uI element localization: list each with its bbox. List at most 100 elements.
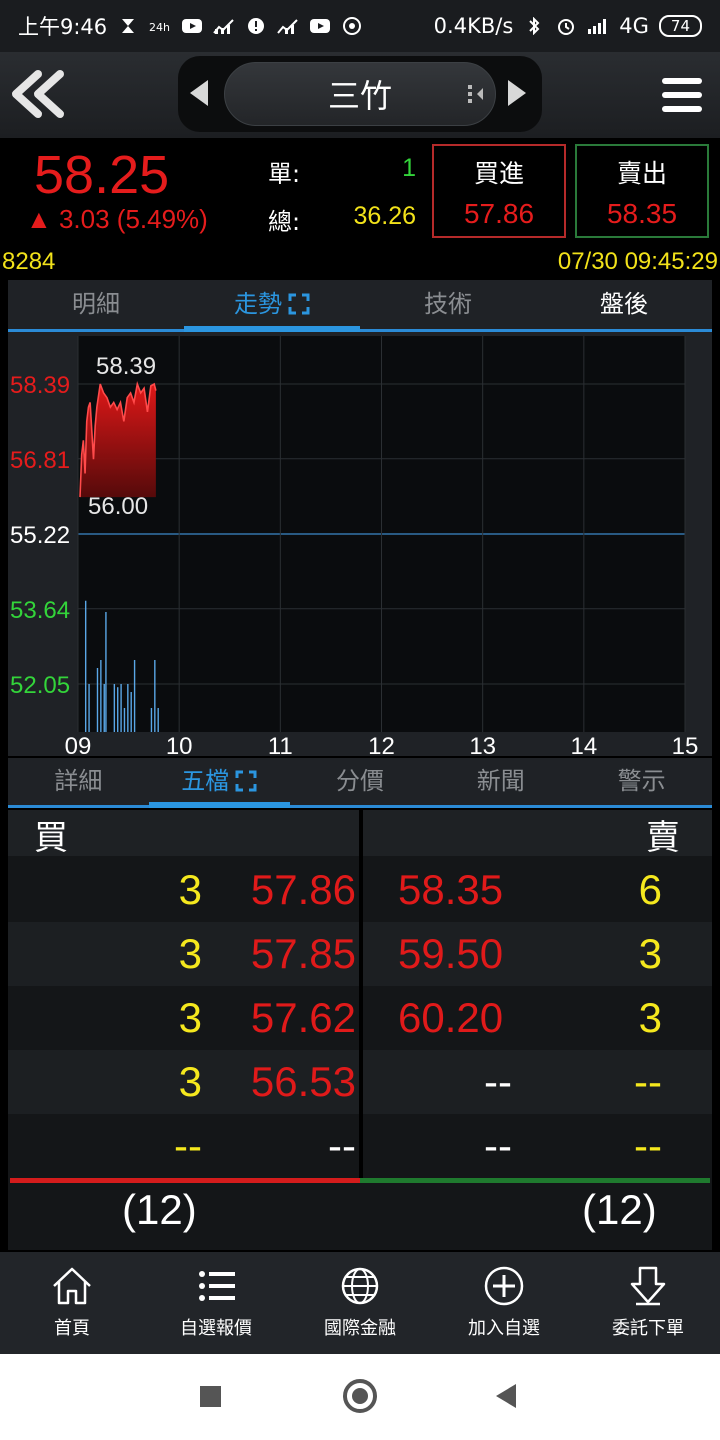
stock-name: 三竹 bbox=[327, 77, 392, 115]
intraday-chart: 58.39 56.81 55.22 53.64 52.05 09 10 11 12 13 14 15… bbox=[10, 336, 699, 760]
chrome-icon bbox=[343, 17, 362, 35]
chart-icon bbox=[213, 19, 234, 34]
sell-price-level: 58.35 bbox=[398, 866, 504, 913]
tab-details[interactable]: 詳細 bbox=[8, 758, 149, 805]
youtube-icon-2 bbox=[310, 19, 331, 33]
back-double-chevron-icon[interactable] bbox=[8, 66, 68, 122]
buy-price-level: 57.86 bbox=[250, 866, 356, 913]
sell-total: (12) bbox=[582, 1186, 657, 1233]
network-speed: 0.4KB/s bbox=[433, 14, 514, 38]
expand-icon-2[interactable] bbox=[235, 770, 257, 792]
nav-international[interactable]: 國際金融 bbox=[288, 1252, 432, 1354]
nav-order[interactable]: 委託下單 bbox=[576, 1252, 720, 1354]
nav-international-label: 國際金融 bbox=[324, 1318, 396, 1339]
tab-news[interactable]: 新聞 bbox=[430, 758, 571, 805]
nav-watchlist[interactable]: 自選報價 bbox=[144, 1252, 288, 1354]
sell-price-level: -- bbox=[484, 1122, 512, 1169]
sell-side-header: 賣 bbox=[646, 818, 680, 858]
home-button-icon[interactable] bbox=[343, 1379, 377, 1413]
x-axis-labels: 09 10 11 12 13 14 15 bbox=[65, 733, 699, 760]
order-book-divider bbox=[359, 810, 363, 1182]
tab-trend[interactable]: 走勢 bbox=[184, 280, 360, 332]
stock-switcher: 三竹 bbox=[178, 56, 542, 132]
x-tick-label: 11 bbox=[268, 733, 293, 760]
y-tick-label: 53.64 bbox=[10, 597, 70, 624]
signal-icon bbox=[588, 19, 607, 34]
nav-watchlist-label: 自選報價 bbox=[180, 1318, 252, 1339]
sell-label: 賣出 bbox=[616, 159, 667, 188]
high-price-label: 58.39 bbox=[96, 353, 156, 380]
tab-technical-label: 技術 bbox=[424, 290, 472, 318]
buy-label: 買進 bbox=[473, 159, 524, 188]
tab-after-hours-label: 盤後 bbox=[600, 290, 648, 318]
x-tick-label: 12 bbox=[368, 733, 395, 760]
order-book: 買 賣 3 57.86 58.35 6 3 57.85 59.50 3 3 57… bbox=[8, 810, 712, 1250]
quote-datetime: 07/30 09:45:29 bbox=[557, 248, 718, 275]
tab-price-volume[interactable]: 分價 bbox=[290, 758, 431, 805]
single-volume-label: 單: bbox=[268, 160, 301, 188]
buy-price-level: 57.62 bbox=[250, 994, 356, 1041]
tab-alerts[interactable]: 警示 bbox=[571, 758, 712, 805]
tab-price-volume-label: 分價 bbox=[335, 767, 384, 795]
chart-tabs: 明細 走勢 技術 盤後 bbox=[8, 280, 712, 332]
buy-button[interactable]: 買進 57.86 bbox=[432, 144, 566, 238]
tab-after-hours[interactable]: 盤後 bbox=[536, 280, 712, 329]
expand-icon[interactable] bbox=[288, 293, 310, 315]
youtube-icon bbox=[182, 19, 203, 33]
y-tick-label: 55.22 bbox=[10, 522, 70, 549]
previous-stock-icon[interactable] bbox=[190, 80, 208, 106]
x-tick-label: 13 bbox=[469, 733, 496, 760]
battery-indicator: 74 bbox=[658, 15, 702, 37]
tab-technical[interactable]: 技術 bbox=[360, 280, 536, 329]
sell-button[interactable]: 賣出 58.35 bbox=[575, 144, 709, 238]
add-circle-icon bbox=[484, 1266, 524, 1306]
buy-qty: 3 bbox=[178, 994, 202, 1041]
nav-add-watchlist-label: 加入自選 bbox=[468, 1318, 540, 1339]
sell-price-level: 60.20 bbox=[398, 994, 504, 1041]
nav-home[interactable]: 首頁 bbox=[0, 1252, 144, 1354]
sell-qty: -- bbox=[634, 1058, 662, 1105]
total-volume-value: 36.26 bbox=[353, 202, 416, 230]
sell-qty: 3 bbox=[638, 930, 662, 977]
home-icon bbox=[53, 1267, 91, 1305]
list-icon bbox=[199, 1271, 235, 1301]
buy-price: 57.86 bbox=[463, 198, 535, 229]
tab-five-levels-label: 五檔 bbox=[181, 767, 230, 795]
system-back-icon[interactable] bbox=[496, 1384, 516, 1408]
recent-apps-icon[interactable] bbox=[200, 1386, 221, 1407]
svg-text:24h: 24h bbox=[149, 21, 170, 34]
buy-price-level: 57.85 bbox=[250, 930, 356, 977]
tab-details-label: 詳細 bbox=[54, 767, 103, 795]
globe-icon bbox=[341, 1267, 379, 1305]
sell-price-level: -- bbox=[484, 1058, 512, 1105]
tab-detail[interactable]: 明細 bbox=[8, 280, 184, 329]
sell-price-level: 59.50 bbox=[398, 930, 504, 977]
nav-order-label: 委託下單 bbox=[612, 1318, 684, 1339]
nav-home-label: 首頁 bbox=[54, 1318, 90, 1339]
buy-qty: 3 bbox=[178, 866, 202, 913]
status-bar: 上午9:46 24h 0.4KB/s 4G 74 bbox=[0, 0, 720, 52]
menu-icon[interactable] bbox=[662, 78, 702, 114]
twentyfour-icon: 24h bbox=[149, 21, 170, 34]
total-volume-label: 總: bbox=[268, 208, 301, 236]
buy-qty: -- bbox=[174, 1122, 202, 1169]
order-down-icon bbox=[630, 1266, 666, 1306]
bottom-nav: 首頁 自選報價 國際金融 加入自選 委託下單 bbox=[0, 1252, 720, 1354]
chart-icon-2 bbox=[277, 19, 298, 34]
nav-add-watchlist[interactable]: 加入自選 bbox=[432, 1252, 576, 1354]
sell-qty: 6 bbox=[638, 866, 662, 913]
x-tick-label: 10 bbox=[166, 733, 193, 760]
info-strip: 8284 07/30 09:45:29 bbox=[0, 246, 720, 278]
sell-price: 58.35 bbox=[606, 198, 678, 229]
sell-strength-bar bbox=[360, 1178, 710, 1183]
bluetooth-icon bbox=[529, 17, 540, 35]
x-tick-label: 09 bbox=[65, 733, 92, 760]
buy-qty: 3 bbox=[178, 930, 202, 977]
stock-name-button[interactable]: 三竹 bbox=[224, 62, 496, 126]
stock-list-icon[interactable] bbox=[466, 82, 486, 106]
tab-trend-label: 走勢 bbox=[234, 290, 282, 318]
status-time: 上午9:46 bbox=[18, 15, 108, 39]
next-stock-icon[interactable] bbox=[508, 80, 526, 106]
buy-side-header: 買 bbox=[34, 818, 68, 858]
tab-five-levels[interactable]: 五檔 bbox=[148, 758, 290, 808]
